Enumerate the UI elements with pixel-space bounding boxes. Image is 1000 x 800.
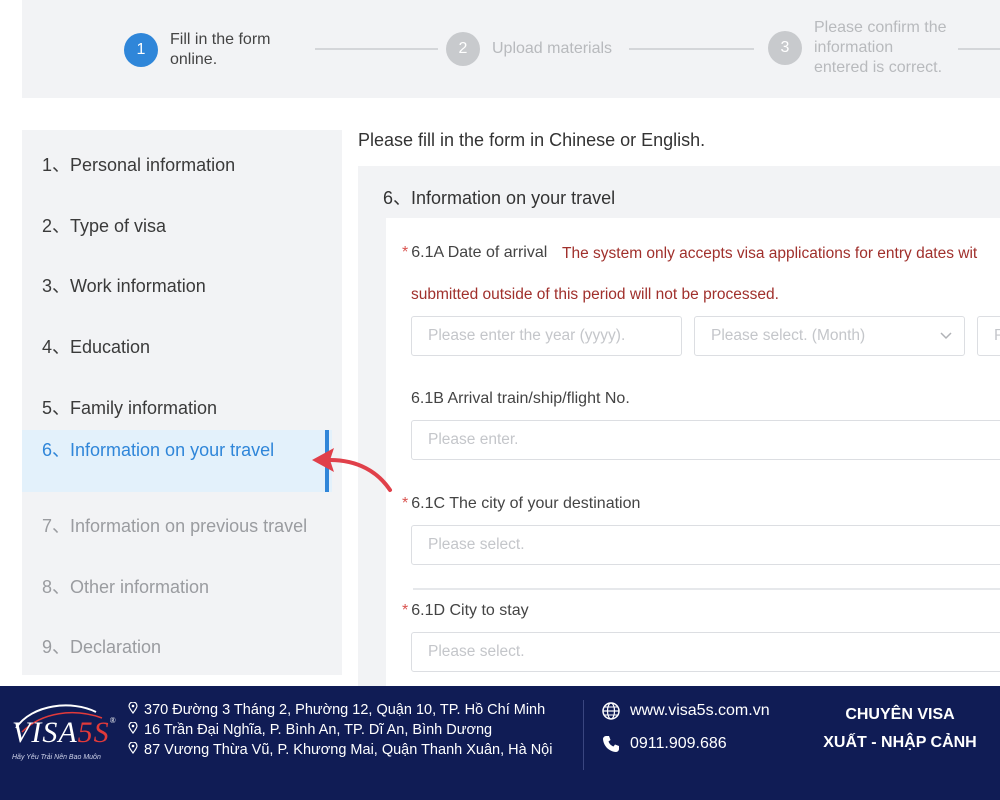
travel-form: * 6.1A Date of arrival The system only ac… — [386, 218, 1000, 698]
logo-word-5s: 5S — [77, 716, 110, 749]
arrival-flight-input[interactable]: Please enter. — [411, 420, 1000, 460]
visa5s-logo: VISA5S® Hãy Yêu Trải Nên Bao Muôn — [12, 698, 116, 768]
city-to-stay-select[interactable]: Please select. — [411, 632, 1000, 672]
nav-item-previous-travel[interactable]: 7、Information on previous travel — [42, 512, 307, 538]
step-1-label: Fill in the form online. — [170, 30, 270, 70]
required-marker: * — [402, 244, 409, 261]
nav-item-declaration[interactable]: 9、Declaration — [42, 633, 161, 659]
step-3-label-line2: information — [814, 39, 894, 56]
travel-section: 6、Information on your travel * 6.1A Date … — [358, 166, 1000, 698]
page: 1 Fill in the form online. 2 Upload mate… — [0, 0, 1000, 800]
arrival-date-label: * 6.1A Date of arrival — [402, 244, 547, 262]
registered-mark: ® — [109, 716, 117, 725]
step-3: 3 Please confirm the information entered… — [768, 18, 947, 78]
step-2: 2 Upload materials — [446, 32, 612, 66]
destination-city-label: * 6.1C The city of your destination — [402, 495, 640, 513]
required-marker: * — [402, 602, 409, 619]
step-1-label-line1: Fill in the form — [170, 31, 271, 48]
arrival-year-input[interactable]: Please enter the year (yyyy). — [411, 316, 682, 356]
website-text: www.visa5s.com.vn — [630, 702, 770, 719]
nav-item-family-information[interactable]: 5、Family information — [42, 394, 217, 420]
footer-divider — [583, 700, 584, 770]
destination-city-label-text: 6.1C The city of your destination — [411, 495, 641, 512]
location-pin-icon — [128, 741, 140, 757]
nav-item-type-of-visa[interactable]: 2、Type of visa — [42, 212, 166, 238]
step-1: 1 Fill in the form online. — [124, 30, 270, 70]
arrival-date-warning-cont: submitted outside of this period will no… — [411, 286, 779, 303]
form-section-nav: 1、Personal information 2、Type of visa 3、… — [22, 130, 342, 675]
nav-item-travel-information[interactable]: 6、Information on your travel — [42, 436, 274, 462]
destination-city-select[interactable]: Please select. — [411, 525, 1000, 565]
step-1-number: 1 — [124, 33, 158, 67]
globe-icon — [600, 700, 622, 722]
phone-text: 0911.909.686 — [630, 735, 727, 752]
arrival-month-placeholder: Please select. (Month) — [711, 327, 866, 344]
nav-item-other-information[interactable]: 8、Other information — [42, 573, 209, 599]
location-pin-icon — [128, 701, 140, 717]
arrival-flight-label: 6.1B Arrival train/ship/flight No. — [411, 390, 630, 407]
progress-stepper: 1 Fill in the form online. 2 Upload mate… — [22, 0, 1000, 98]
slogan-line-1: CHUYÊN VISA — [845, 706, 955, 723]
address-binh-duong: 16 Trần Đại Nghĩa, P. Bình An, TP. Dĩ An… — [128, 721, 493, 738]
step-3-label-line1: Please confirm the — [814, 19, 947, 36]
address-ha-noi-text: 87 Vương Thừa Vũ, P. Khương Mai, Quận Th… — [144, 742, 553, 758]
logo-tagline: Hãy Yêu Trải Nên Bao Muôn — [12, 754, 101, 761]
address-binh-duong-text: 16 Trần Đại Nghĩa, P. Bình An, TP. Dĩ An… — [144, 722, 493, 738]
arrival-day-select[interactable]: P — [977, 316, 1000, 356]
slogan-line-2: XUẤT - NHẬP CẢNH — [823, 734, 977, 751]
logo-wordmark: VISA5S® — [12, 716, 117, 750]
chevron-down-icon — [940, 317, 952, 355]
arrival-date-label-text: 6.1A Date of arrival — [411, 244, 548, 261]
step-2-number: 2 — [446, 32, 480, 66]
field-divider — [413, 588, 1000, 590]
red-arrow-annotation — [312, 448, 392, 492]
arrival-month-select[interactable]: Please select. (Month) — [694, 316, 965, 356]
city-to-stay-label: * 6.1D City to stay — [402, 602, 529, 620]
address-ha-noi: 87 Vương Thừa Vũ, P. Khương Mai, Quận Th… — [128, 741, 553, 758]
step-3-label-line3: entered is correct. — [814, 59, 943, 76]
logo-word-visa: VISA — [12, 716, 78, 749]
website-link[interactable]: www.visa5s.com.vn — [600, 700, 770, 722]
nav-item-education[interactable]: 4、Education — [42, 333, 150, 359]
city-to-stay-label-text: 6.1D City to stay — [411, 602, 529, 619]
address-hcm-text: 370 Đường 3 Tháng 2, Phường 12, Quận 10,… — [144, 702, 546, 718]
phone-icon — [600, 733, 622, 755]
step-3-label: Please confirm the information entered i… — [814, 18, 947, 78]
step-connector — [958, 48, 1000, 50]
location-pin-icon — [128, 721, 140, 737]
arrival-date-warning: The system only accepts visa application… — [562, 245, 978, 262]
step-3-number: 3 — [768, 31, 802, 65]
step-connector — [629, 48, 754, 50]
step-1-label-line2: online. — [170, 51, 218, 68]
phone-link[interactable]: 0911.909.686 — [600, 733, 727, 755]
nav-item-personal-information[interactable]: 1、Personal information — [42, 151, 235, 177]
form-language-note: Please fill in the form in Chinese or En… — [358, 130, 706, 150]
footer-banner: VISA5S® Hãy Yêu Trải Nên Bao Muôn 370 Đư… — [0, 686, 1000, 800]
section-title: 6、Information on your travel — [383, 188, 616, 208]
step-2-label: Upload materials — [492, 40, 613, 57]
address-hcm: 370 Đường 3 Tháng 2, Phường 12, Quận 10,… — [128, 701, 546, 718]
nav-item-work-information[interactable]: 3、Work information — [42, 272, 206, 298]
step-connector — [315, 48, 438, 50]
